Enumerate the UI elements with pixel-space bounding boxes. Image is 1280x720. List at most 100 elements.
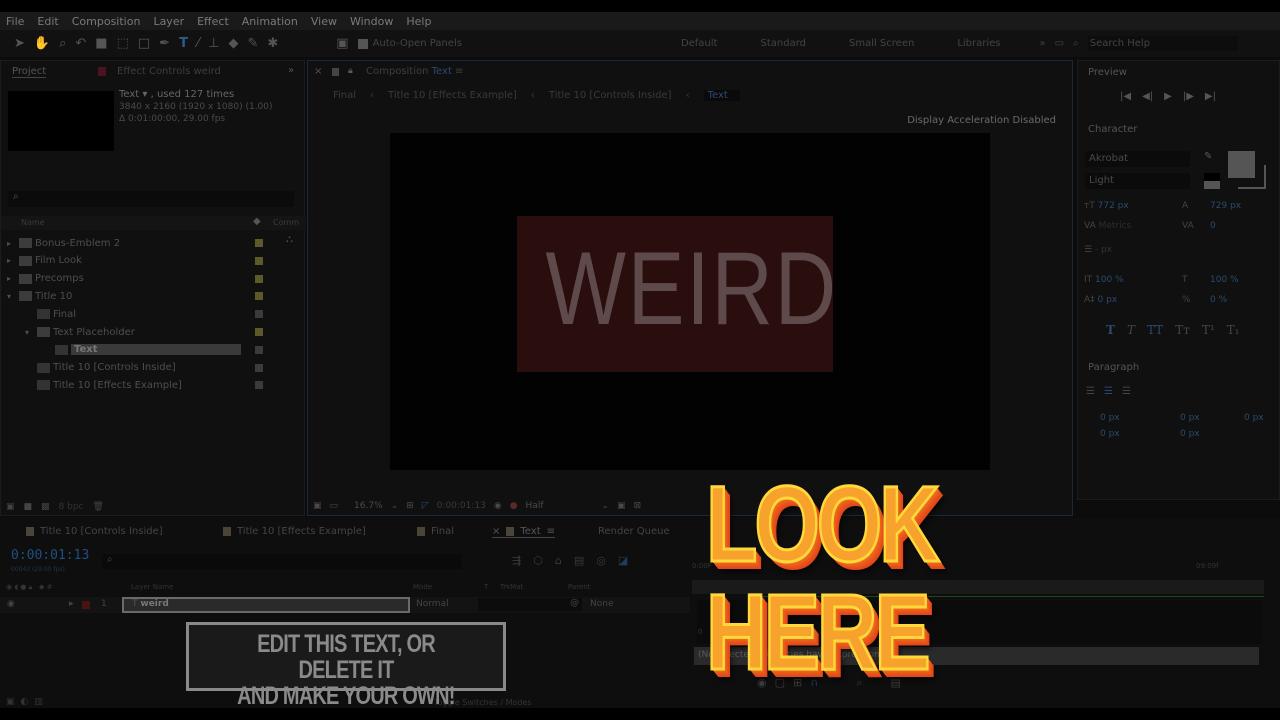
expand-arrow-icon[interactable]: ▸ (69, 599, 74, 609)
menu-help[interactable]: Help (406, 15, 431, 28)
column-name[interactable]: Name (21, 218, 45, 227)
more-workspaces-icon[interactable]: » (1040, 38, 1046, 49)
superscript-button[interactable]: T¹ (1202, 323, 1215, 337)
zoom-dropdown[interactable]: 16.7% (354, 501, 383, 511)
draft-3d-icon[interactable]: ⬡ (533, 554, 543, 567)
tsume-value[interactable]: 0 % (1210, 295, 1227, 305)
play-icon[interactable]: ▶ (1164, 91, 1172, 102)
grid-icon[interactable]: ⊞ (406, 501, 414, 511)
interpret-footage-icon[interactable]: ▣ (6, 502, 15, 512)
vertical-scale-value[interactable]: 100 % (1095, 275, 1124, 285)
timeline-tab-text[interactable]: × Text ≡ (492, 526, 556, 538)
expand-arrow-icon[interactable]: ▾ (25, 328, 29, 337)
label-color-swatch[interactable] (255, 310, 263, 319)
type-tool-icon[interactable]: T (179, 36, 188, 51)
project-item[interactable]: ▸ Precomps (1, 270, 301, 288)
workspace-libraries[interactable]: Libraries (957, 38, 1000, 49)
first-frame-icon[interactable]: |◀ (1120, 91, 1131, 102)
menu-window[interactable]: Window (350, 15, 393, 28)
current-time[interactable]: 0:00:01:13 (437, 501, 486, 511)
column-parent[interactable]: Parent (568, 583, 590, 591)
all-caps-button[interactable]: TT (1147, 323, 1163, 337)
expand-arrow-icon[interactable]: ▸ (7, 274, 11, 283)
project-item[interactable]: ▾ Title 10 (1, 287, 301, 305)
breadcrumb-effects-example[interactable]: Title 10 [Effects Example] (388, 90, 517, 101)
font-family-dropdown[interactable]: Akrobat (1085, 151, 1190, 167)
frame-blending-icon[interactable]: ▤ (574, 554, 584, 567)
label-color-swatch[interactable] (255, 256, 263, 265)
channel-icon[interactable]: ● (510, 501, 518, 511)
align-left-icon[interactable]: ☰ (1086, 386, 1095, 397)
eyedropper-icon[interactable]: ✎ (1204, 151, 1212, 162)
column-comment[interactable]: Comm (273, 218, 299, 227)
bit-depth-button[interactable]: 8 bpc (59, 502, 84, 512)
video-toggle-icon[interactable]: ◉ (7, 599, 15, 609)
brush-tool-icon[interactable]: ⁄ (197, 36, 199, 51)
always-preview-icon[interactable]: ▣ (313, 501, 322, 511)
expand-arrow-icon[interactable]: ▸ (7, 239, 11, 248)
expand-arrow-icon[interactable]: ▾ (7, 292, 11, 301)
tab-effect-controls[interactable]: Effect Controls weird (117, 66, 221, 77)
column-layer-name[interactable]: Layer Name (131, 583, 173, 591)
transparency-grid-icon[interactable]: ⊠ (634, 501, 642, 511)
menu-view[interactable]: View (311, 15, 337, 28)
pen-tool-icon[interactable]: ✒ (159, 36, 170, 51)
timeline-tab-final[interactable]: Final (417, 526, 454, 537)
menu-file[interactable]: File (6, 15, 24, 28)
timeline-current-time[interactable]: 0:00:01:13 (11, 548, 89, 563)
close-tab-icon[interactable]: × (314, 66, 322, 77)
font-size-value[interactable]: 772 px (1098, 201, 1129, 211)
subscript-button[interactable]: T₁ (1227, 323, 1240, 337)
trash-icon[interactable]: 🗑︎ (93, 502, 104, 512)
panel-overflow-icon[interactable]: » (288, 65, 294, 76)
breadcrumb-controls-inside[interactable]: Title 10 [Controls Inside] (549, 90, 672, 101)
next-frame-icon[interactable]: |▶ (1183, 91, 1194, 102)
align-right-icon[interactable]: ☰ (1122, 386, 1131, 397)
column-mode[interactable]: Mode (413, 583, 432, 591)
indent-first-value[interactable]: 0 px (1180, 413, 1200, 423)
zoom-tool-icon[interactable]: ⌕ (59, 36, 66, 51)
label-color-swatch[interactable] (255, 363, 263, 372)
lock-icon[interactable]: 🔒︎ (348, 66, 353, 76)
baseline-shift-value[interactable]: 0 px (1098, 295, 1118, 305)
column-t[interactable]: T (484, 583, 488, 591)
snapping-icon[interactable]: ▣ (336, 36, 348, 51)
timeline-search-input[interactable]: ⌕ (102, 554, 462, 569)
flowchart-icon[interactable]: ⛬ (286, 234, 293, 245)
label-color-swatch[interactable] (255, 239, 263, 247)
prev-frame-icon[interactable]: ◀| (1142, 91, 1153, 102)
label-color-swatch[interactable] (255, 274, 263, 283)
project-item[interactable]: ▸ Film Look (1, 252, 301, 270)
menu-effect[interactable]: Effect (197, 15, 229, 28)
project-item[interactable]: Title 10 [Controls Inside] (1, 359, 301, 377)
timeline-tab-effects-example[interactable]: Title 10 [Effects Example] (223, 526, 366, 537)
workspace-small-screen[interactable]: Small Screen (849, 38, 914, 49)
shy-icon[interactable]: ⌂ (555, 554, 562, 567)
last-frame-icon[interactable]: ▶| (1205, 91, 1216, 102)
resolution-dropdown[interactable]: Half (526, 501, 544, 511)
new-comp-icon[interactable]: ▩ (41, 502, 50, 512)
puppet-pin-tool-icon[interactable]: ✱ (267, 36, 278, 51)
new-folder-icon[interactable]: ■ (24, 502, 33, 512)
menu-composition[interactable]: Composition (72, 15, 141, 28)
in-out-icon[interactable]: ▥ (34, 697, 43, 707)
timeline-tab-controls-inside[interactable]: Title 10 [Controls Inside] (26, 526, 163, 537)
search-help-input[interactable]: Search Help (1087, 36, 1238, 51)
region-of-interest-icon[interactable]: ▣ (617, 501, 626, 511)
selection-tool-icon[interactable]: ➤ (14, 36, 25, 51)
faux-bold-button[interactable]: T (1106, 323, 1115, 337)
camera-tool-icon[interactable]: ■ (95, 36, 107, 51)
mask-visibility-icon[interactable]: ◸ (422, 501, 429, 511)
label-color-swatch[interactable] (255, 381, 263, 390)
kerning-value[interactable]: Metrics (1099, 221, 1132, 231)
tracking-value[interactable]: 0 (1210, 221, 1216, 231)
graph-editor-icon[interactable]: ◪ (618, 554, 628, 567)
project-item[interactable]: Final (1, 305, 301, 323)
workspace-standard[interactable]: Standard (760, 38, 806, 49)
mode-dropdown[interactable]: Normal (416, 599, 449, 609)
parent-dropdown[interactable]: None (590, 599, 613, 609)
project-search-input[interactable]: ⌕ (8, 191, 294, 207)
leading-value[interactable]: 729 px (1210, 201, 1241, 211)
auto-open-checkbox[interactable] (357, 38, 368, 49)
monitor-icon[interactable]: ▭ (330, 501, 339, 511)
